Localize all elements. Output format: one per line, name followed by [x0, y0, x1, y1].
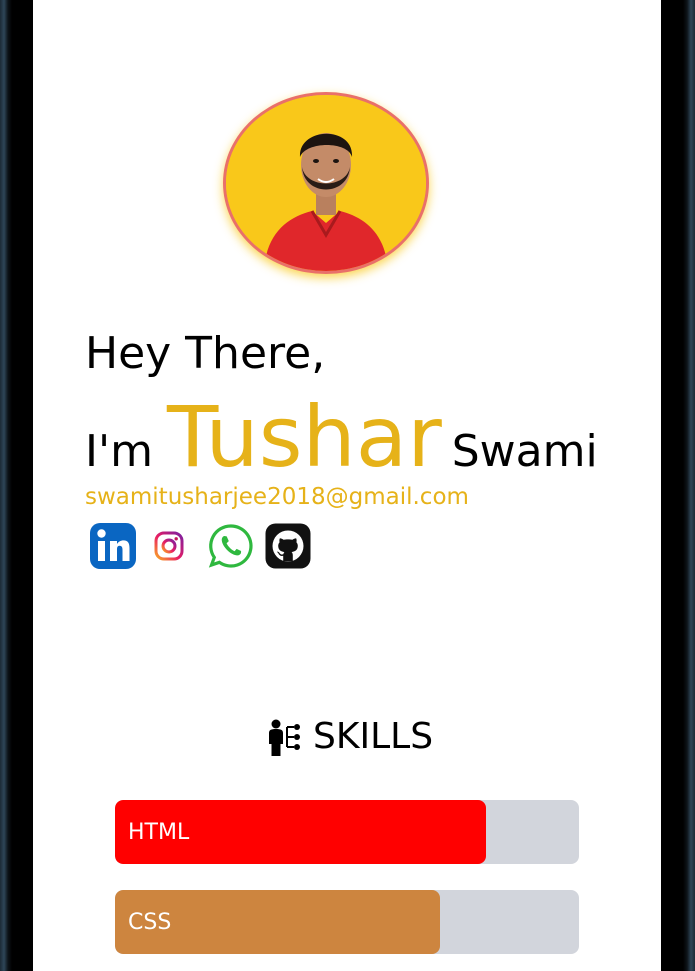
- whatsapp-icon: [208, 524, 253, 568]
- device-frame-left: [0, 0, 33, 971]
- skills-heading: SKILLS: [267, 716, 433, 757]
- email-link[interactable]: swamitusharjee2018@gmail.com: [85, 484, 469, 510]
- github-link[interactable]: [265, 523, 311, 569]
- skills-person-icon: [269, 719, 300, 756]
- instagram-link[interactable]: [153, 530, 185, 562]
- instagram-icon: [154, 531, 184, 561]
- intro-prefix: I'm: [85, 426, 153, 477]
- intro-line: I'm Tushar Swami: [85, 388, 598, 486]
- portfolio-screen[interactable]: Hey There, I'm Tushar Swami swamitusharjee…: [33, 0, 661, 971]
- device-frame-right: [661, 0, 695, 971]
- last-name: Swami: [451, 426, 598, 477]
- profile-photo: [226, 95, 426, 271]
- profile-avatar: [223, 92, 429, 274]
- skill-label-css: CSS: [128, 909, 172, 935]
- first-name: Tushar: [166, 388, 442, 486]
- skills-title: SKILLS: [313, 716, 434, 757]
- github-icon: [265, 523, 311, 569]
- linkedin-icon: [90, 523, 136, 569]
- greeting-text: Hey There,: [85, 328, 326, 379]
- whatsapp-link[interactable]: [208, 523, 254, 569]
- skill-bar-html: HTML: [115, 800, 579, 864]
- skill-label-html: HTML: [128, 819, 190, 845]
- skill-fill-css: CSS: [115, 890, 440, 954]
- skill-bar-css: CSS: [115, 890, 579, 954]
- linkedin-link[interactable]: [89, 522, 137, 570]
- skill-fill-html: HTML: [115, 800, 487, 864]
